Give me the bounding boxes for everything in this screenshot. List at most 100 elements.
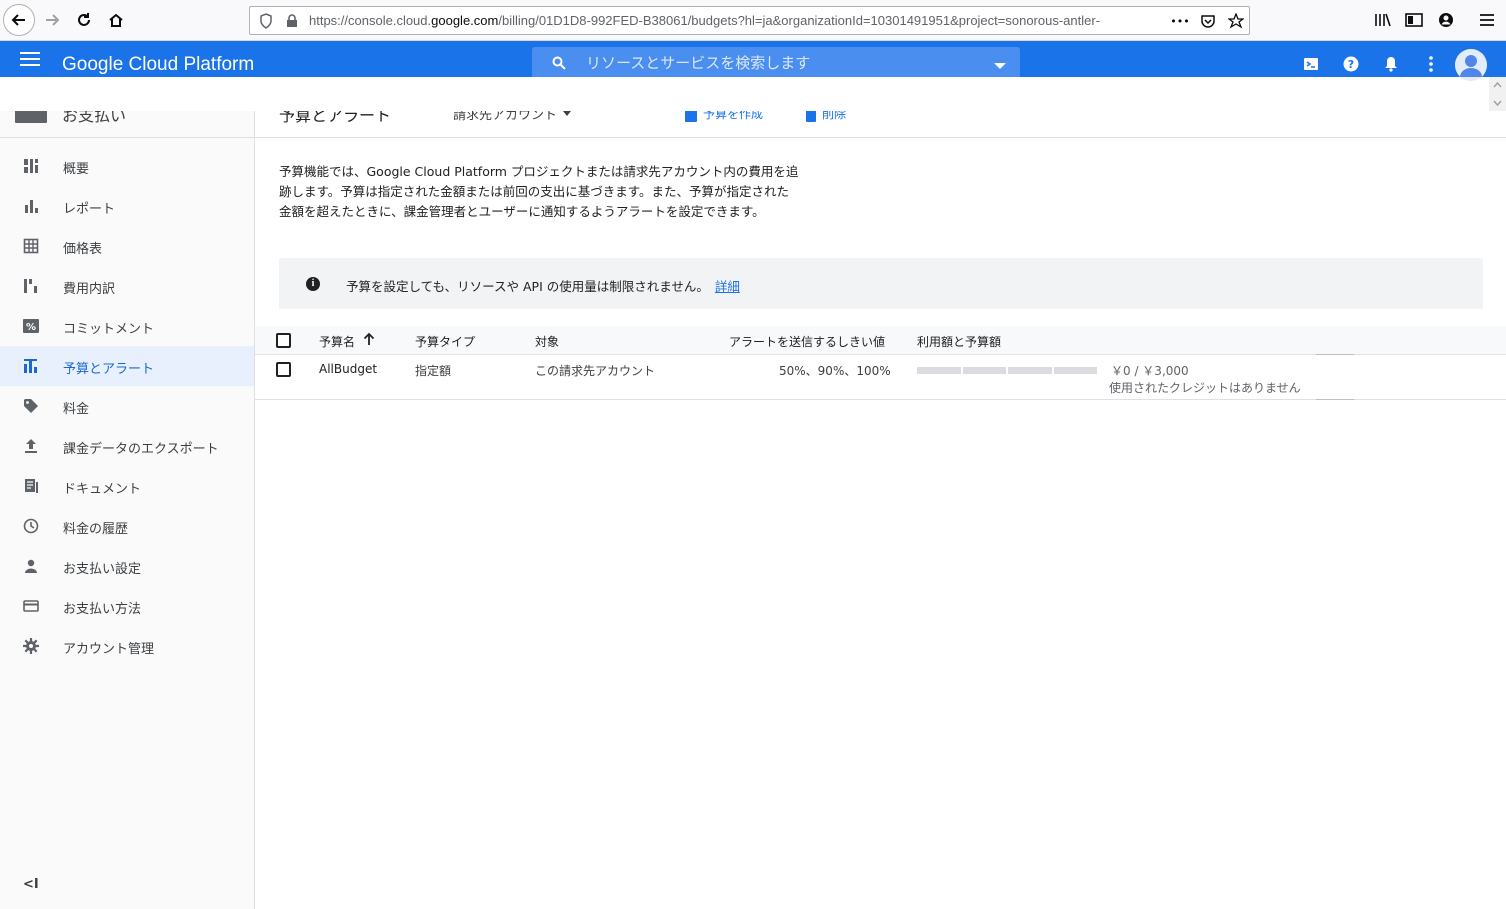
- cloud-shell-icon[interactable]: [1302, 55, 1320, 73]
- browser-toolbar: https://console.cloud.google.com/billing…: [0, 0, 1506, 41]
- budget-icon: [23, 358, 39, 374]
- svg-text:?: ?: [1348, 58, 1354, 71]
- bookmark-star-icon[interactable]: [1227, 12, 1245, 30]
- sidebar-item-commitments[interactable]: % コミットメント: [0, 306, 254, 346]
- sidebar-item-cost-breakdown[interactable]: 費用内訳: [0, 266, 254, 306]
- sidebar-item-label: レポート: [63, 202, 116, 217]
- table-row[interactable]: AllBudget 指定額 この請求先アカウント 50%、90%、100% ￥0…: [255, 354, 1506, 400]
- sidebar-item-budgets-alerts[interactable]: 予算とアラート: [0, 346, 254, 386]
- breakdown-icon: [23, 278, 39, 294]
- user-avatar-icon: [1455, 49, 1487, 81]
- forward-button[interactable]: [36, 4, 68, 36]
- sidebar-item-price-list[interactable]: 価格表: [0, 226, 254, 266]
- column-divider: [1316, 354, 1354, 355]
- pocket-icon[interactable]: [1199, 12, 1217, 30]
- more-vert-icon[interactable]: [1422, 55, 1440, 73]
- sidebar-item-label: コミットメント: [63, 322, 155, 337]
- credit-card-icon: [23, 598, 39, 614]
- library-icon[interactable]: [1374, 11, 1392, 29]
- sidebar-item-label: お支払い方法: [63, 602, 142, 617]
- document-icon: [23, 478, 39, 494]
- budget-name[interactable]: AllBudget: [319, 362, 377, 376]
- budget-table-header: 予算名 予算タイプ 対象 アラートを送信するしきい値 利用額と予算額: [255, 326, 1506, 355]
- row-checkbox[interactable]: [276, 362, 291, 377]
- chevron-down-icon[interactable]: [563, 111, 571, 116]
- url-text[interactable]: https://console.cloud.google.com/billing…: [309, 13, 1169, 31]
- person-icon: [23, 558, 39, 574]
- sidebar-title: お支払い: [62, 111, 127, 125]
- console-header: Google Cloud Platform ?: [0, 41, 1506, 81]
- search-icon: [552, 56, 566, 70]
- sidebar-item-documents[interactable]: ドキュメント: [0, 466, 254, 506]
- home-button[interactable]: [100, 4, 132, 36]
- sidebar-item-label: アカウント管理: [63, 642, 155, 657]
- column-header-type[interactable]: 予算タイプ: [415, 333, 475, 350]
- create-budget-button[interactable]: 予算を作成: [685, 111, 763, 122]
- info-text: 予算を設定しても、リソースや API の使用量は制限されません。 詳細: [346, 279, 740, 294]
- budget-progress-bar: [917, 367, 1097, 374]
- sidebar-item-label: 料金の履歴: [63, 522, 129, 537]
- budget-target: この請求先アカウント: [535, 364, 656, 378]
- arrow-right-icon: [46, 14, 60, 26]
- sidebar-item-pricing[interactable]: 料金: [0, 386, 254, 426]
- column-header-name[interactable]: 予算名: [319, 333, 355, 350]
- sort-ascending-icon[interactable]: [363, 332, 375, 346]
- account-icon[interactable]: [1437, 11, 1455, 29]
- avatar[interactable]: [1455, 49, 1487, 81]
- help-icon[interactable]: ?: [1342, 55, 1360, 73]
- clock-icon: [23, 518, 39, 534]
- column-header-thresholds[interactable]: アラートを送信するしきい値: [729, 333, 885, 350]
- select-all-checkbox[interactable]: [276, 333, 291, 348]
- menu-icon[interactable]: [1478, 11, 1496, 29]
- column-header-target[interactable]: 対象: [535, 333, 559, 350]
- sidebar-toggle-icon[interactable]: [1405, 11, 1423, 29]
- collapse-sidebar-button[interactable]: <I: [23, 877, 39, 892]
- sidebar-item-billing-export[interactable]: 課金データのエクスポート: [0, 426, 254, 466]
- delete-button[interactable]: 削除: [806, 111, 846, 122]
- budget-thresholds: 50%、90%、100%: [779, 364, 891, 378]
- gear-icon: [23, 638, 39, 654]
- sidebar-item-label: 予算とアラート: [63, 362, 155, 377]
- search-dropdown-icon[interactable]: [994, 63, 1006, 69]
- product-title[interactable]: Google Cloud Platform: [62, 54, 254, 76]
- search-box[interactable]: [532, 47, 1020, 77]
- info-icon: i: [306, 277, 320, 291]
- upload-icon: [23, 438, 39, 454]
- shield-icon[interactable]: [257, 12, 275, 30]
- column-header-usage[interactable]: 利用額と予算額: [917, 333, 1001, 350]
- sidebar-item-label: 価格表: [63, 242, 103, 257]
- reload-button[interactable]: [68, 4, 100, 36]
- page-title: 予算とアラート: [279, 111, 392, 125]
- budget-type: 指定額: [415, 364, 452, 378]
- tag-icon: [23, 398, 39, 414]
- sidebar-item-label: ドキュメント: [63, 482, 142, 497]
- billing-icon: [15, 111, 47, 123]
- address-bar[interactable]: https://console.cloud.google.com/billing…: [249, 6, 1250, 35]
- trash-icon: [806, 111, 816, 122]
- sidebar-item-label: 課金データのエクスポート: [63, 442, 219, 457]
- sidebar-item-payment-history[interactable]: 料金の履歴: [0, 506, 254, 546]
- sidebar-item-overview[interactable]: 概要: [0, 146, 254, 186]
- navigation-menu-icon[interactable]: [20, 52, 40, 66]
- sidebar-item-payment-settings[interactable]: お支払い設定: [0, 546, 254, 586]
- learn-more-link[interactable]: 詳細: [715, 279, 740, 294]
- reload-icon: [78, 13, 90, 26]
- table-icon: [23, 238, 39, 254]
- budget-amount: ￥0 / ￥3,000: [1111, 364, 1189, 378]
- column-divider: [1316, 399, 1354, 400]
- sidebar-item-label: 概要: [63, 162, 90, 177]
- search-input[interactable]: [586, 52, 966, 74]
- sidebar-item-account-management[interactable]: アカウント管理: [0, 626, 254, 666]
- credit-note: 使用されたクレジットはありません: [1109, 381, 1301, 395]
- sidebar-item-reports[interactable]: レポート: [0, 186, 254, 226]
- notifications-icon[interactable]: [1382, 55, 1400, 73]
- billing-account-selector[interactable]: 請求先アカウント: [453, 111, 557, 123]
- page-scrollbar[interactable]: [1489, 77, 1506, 111]
- lock-icon[interactable]: [283, 12, 301, 30]
- sidebar-item-payment-method[interactable]: お支払い方法: [0, 586, 254, 626]
- back-button[interactable]: [3, 4, 35, 36]
- more-actions-icon[interactable]: •••: [1170, 12, 1190, 30]
- sidebar-item-label: お支払い設定: [63, 562, 142, 577]
- create-budget-label: 予算を作成: [703, 111, 764, 121]
- info-banner: i 予算を設定しても、リソースや API の使用量は制限されません。 詳細: [279, 258, 1483, 309]
